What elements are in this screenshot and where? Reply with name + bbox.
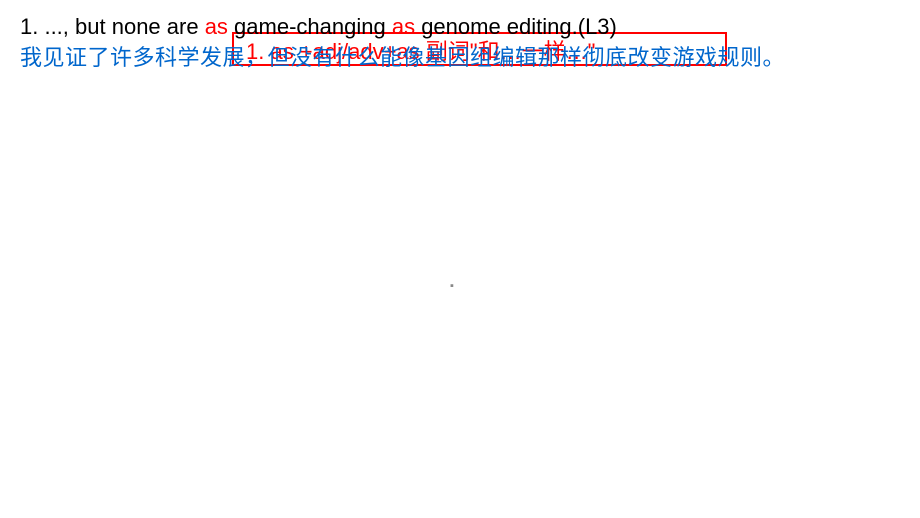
sentence-suffix: genome editing.(L3)	[415, 14, 617, 39]
sentence-mid: game-changing	[228, 14, 392, 39]
translation-text: 我见证了许多科学发展，但没有什么能像基因组编辑那样彻底改变游戏规则。	[20, 40, 890, 75]
translation-wrapper: 我见证了许多科学发展，但没有什么能像基因组编辑那样彻底改变游戏规则。	[20, 40, 890, 75]
example-sentence-line: 1. ..., but none are as game-changing as…	[20, 12, 900, 43]
highlight-as-1: as	[205, 14, 228, 39]
sentence-prefix: 1. ..., but none are	[20, 14, 205, 39]
highlight-as-2: as	[392, 14, 415, 39]
page-center-mark: ▪	[450, 280, 454, 292]
